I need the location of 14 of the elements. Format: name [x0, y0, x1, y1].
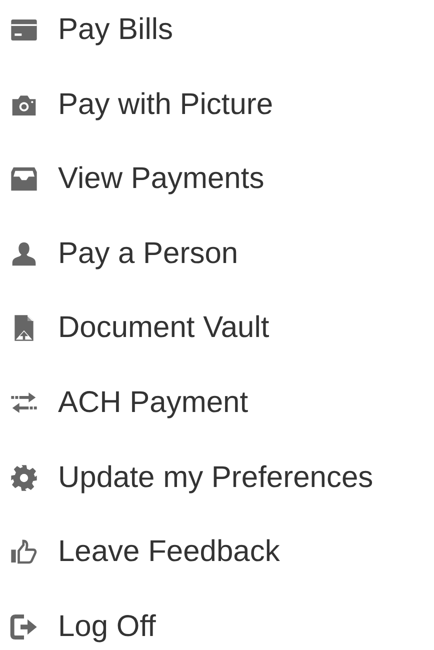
menu-item[interactable]: View Payments — [58, 159, 264, 200]
menu-item[interactable]: Pay a Person — [58, 234, 238, 274]
menu-item[interactable]: Leave Feedback — [58, 532, 280, 572]
thumbs-up-icon — [10, 538, 38, 566]
log-off-icon — [10, 612, 38, 641]
menu-item[interactable]: Update my Preferences — [58, 458, 374, 498]
menu-item[interactable]: Log Off — [58, 606, 156, 647]
person-icon — [10, 240, 38, 268]
inbox-icon — [10, 165, 38, 194]
menu-item[interactable]: ACH Payment — [58, 382, 248, 423]
gear-icon — [10, 464, 38, 492]
menu-item[interactable]: Document Vault — [58, 308, 270, 348]
menu-item[interactable]: Pay Bills — [58, 10, 174, 50]
menu-item[interactable]: Pay with Picture — [58, 84, 274, 125]
